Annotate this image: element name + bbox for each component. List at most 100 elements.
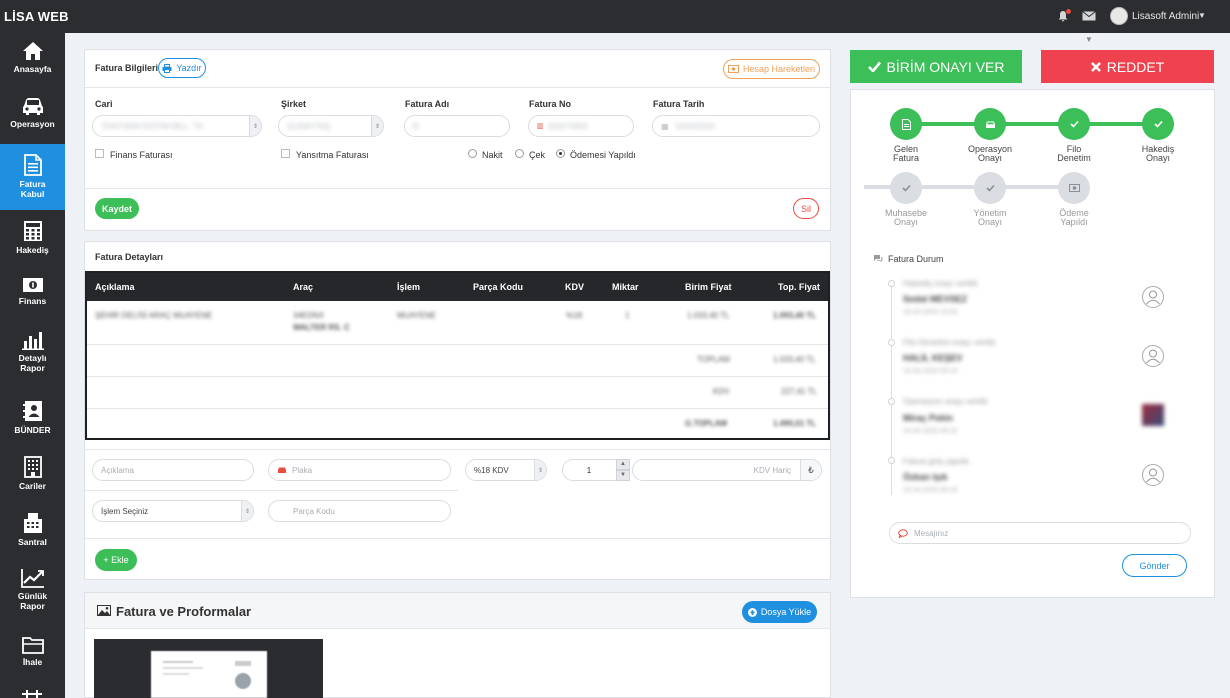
status-event: Operasyon onayı verildi. [903, 397, 990, 406]
price-excl-vat-input[interactable]: KDV Hariç [632, 459, 822, 481]
total-label: TOPLAM [697, 355, 730, 364]
vat-value: %18 KDV [474, 465, 509, 475]
column-header: Birim Fiyat [685, 282, 732, 292]
check-icon [901, 184, 911, 192]
sidebar-item-santral[interactable]: Santral [0, 512, 65, 562]
finans-faturasi-label: Finans Faturası [110, 150, 173, 160]
fatura-adi-value: B [413, 121, 419, 131]
grand-total-label: G.TOPLAM [685, 419, 728, 428]
document-preview-page [151, 651, 267, 698]
sidebar: Anasayfa Operasyon Fatura Kabul Hakediş … [0, 33, 65, 698]
sirket-select[interactable]: GUNAYTAŞ ⇕ [278, 115, 384, 137]
cek-radio[interactable] [515, 149, 524, 158]
approve-label: BİRİM ONAYI VER [886, 58, 1005, 75]
print-button[interactable]: Yazdır [158, 58, 206, 78]
total-value: 1.033,40 TL [773, 355, 816, 364]
cari-select[interactable]: TEKFORM EĞİTİM BİLL. TK ⇕ [92, 115, 262, 137]
finans-faturasi-checkbox[interactable] [95, 149, 104, 158]
files-title: Fatura ve Proformalar [116, 604, 252, 619]
more-icon[interactable] [22, 690, 42, 698]
chevron-down-icon[interactable]: ▼ [1198, 11, 1206, 20]
sidebar-item-bunder[interactable]: BÜNDER [0, 400, 65, 450]
add-button[interactable]: + Ekle [95, 549, 137, 571]
fatura-tarih-input[interactable]: ▦ 14/04/2020 [652, 115, 820, 137]
card-divider [85, 449, 830, 450]
line-chart-icon [20, 569, 44, 588]
sidebar-item-label: Operasyon [10, 119, 55, 129]
step-label-line2: Onayı [1145, 153, 1170, 163]
money-icon [727, 65, 739, 73]
message-input[interactable]: Mesajınız [889, 522, 1191, 544]
select-arrows-icon: ⇕ [241, 501, 253, 521]
sidebar-item-ihale[interactable]: İhale [0, 636, 65, 686]
sidebar-item-label-line2: Rapor [20, 363, 45, 373]
home-icon [22, 42, 43, 60]
sidebar-item-label: Hakediş [16, 245, 49, 255]
approve-button[interactable]: BİRİM ONAYI VER [850, 50, 1022, 83]
column-header: Araç [293, 282, 314, 292]
plate-placeholder: Plaka [292, 465, 313, 475]
progress-line-done [906, 122, 1158, 126]
yansitma-faturasi-checkbox[interactable] [281, 149, 290, 158]
odemesi-yapildi-radio[interactable] [556, 149, 565, 158]
description-input[interactable]: Açıklama [92, 459, 254, 481]
image-icon [97, 605, 111, 616]
invoice-info-title: Fatura Bilgileri [95, 63, 159, 73]
upload-button[interactable]: Dosya Yükle [742, 601, 817, 623]
send-button[interactable]: Gönder [1122, 554, 1187, 577]
user-photo [1142, 404, 1164, 426]
quantity-down-button[interactable]: ▼ [616, 470, 630, 481]
document-thumbnail[interactable] [94, 639, 323, 698]
delete-button[interactable]: Sil [793, 198, 819, 219]
step-label-line2: Yapıldı [1060, 217, 1088, 227]
sidebar-item-label-line2: Kabul [20, 189, 45, 199]
column-header: Miktar [612, 282, 639, 292]
user-name[interactable]: Lisasoft Admini [1132, 11, 1199, 22]
envelope-icon[interactable] [1082, 11, 1096, 21]
fatura-tarih-value: 14/04/2020 [674, 121, 715, 131]
step-label-line2: Onayı [977, 217, 1002, 227]
check-icon [867, 61, 881, 72]
quantity-up-button[interactable]: ▲ [616, 459, 630, 470]
operation-select[interactable]: İşlem Seçiniz ⇕ [92, 500, 254, 522]
nakit-radio[interactable] [468, 149, 477, 158]
sidebar-item-fatura-kabul[interactable]: Fatura Kabul [0, 144, 65, 210]
plate-input[interactable]: Plaka [268, 459, 451, 481]
part-code-input[interactable]: Parça Kodu [268, 500, 451, 522]
step-yonetim-onayi [974, 172, 1006, 204]
account-moves-button[interactable]: Hesap Hareketleri [723, 59, 820, 79]
avatar [1142, 345, 1164, 367]
sidebar-item-cariler[interactable]: Cariler [0, 456, 65, 506]
sidebar-item-label: Günlük [17, 591, 48, 601]
app-brand[interactable]: LİSA WEB [4, 9, 69, 24]
step-odeme-yapildi [1058, 172, 1090, 204]
cari-label: Cari [95, 99, 113, 109]
building-icon [23, 456, 42, 478]
nakit-label: Nakit [482, 150, 503, 160]
card-divider [85, 538, 830, 539]
fatura-adi-input[interactable]: B [404, 115, 510, 137]
status-person: Özkan Işık [903, 472, 948, 482]
sidebar-item-label: Finans [18, 296, 47, 306]
reject-button[interactable]: REDDET [1041, 50, 1214, 83]
sidebar-item-finans[interactable]: Finans [0, 277, 65, 327]
fax-icon [23, 513, 42, 533]
fatura-no-value: 202073004 [547, 121, 588, 131]
save-button[interactable]: Kaydet [95, 198, 139, 219]
sidebar-item-hakedis[interactable]: Hakediş [0, 220, 65, 270]
sidebar-item-anasayfa[interactable]: Anasayfa [0, 41, 65, 91]
fatura-no-input[interactable]: ▥ 202073004 [528, 115, 634, 137]
sidebar-item-label: Santral [18, 537, 47, 547]
step-muhasebe-onayi [890, 172, 922, 204]
table-cell: ŞEHİR DELİSİ ARAÇ MUAYENE [95, 311, 213, 320]
vat-select[interactable]: %18 KDV ⇕ [465, 459, 547, 481]
card-divider [85, 87, 830, 88]
avatar[interactable] [1110, 7, 1128, 25]
document-icon [901, 118, 911, 130]
kdv-total-value: 227,41 TL [781, 387, 817, 396]
sidebar-item-detayli-rapor[interactable]: Detaylı Rapor [0, 330, 65, 385]
sidebar-item-operasyon[interactable]: Operasyon [0, 96, 65, 146]
sidebar-item-gunluk-rapor[interactable]: Günlük Rapor [0, 568, 65, 623]
step-label: Operasyon Onayı [950, 145, 1030, 163]
notification-badge [1066, 9, 1071, 14]
